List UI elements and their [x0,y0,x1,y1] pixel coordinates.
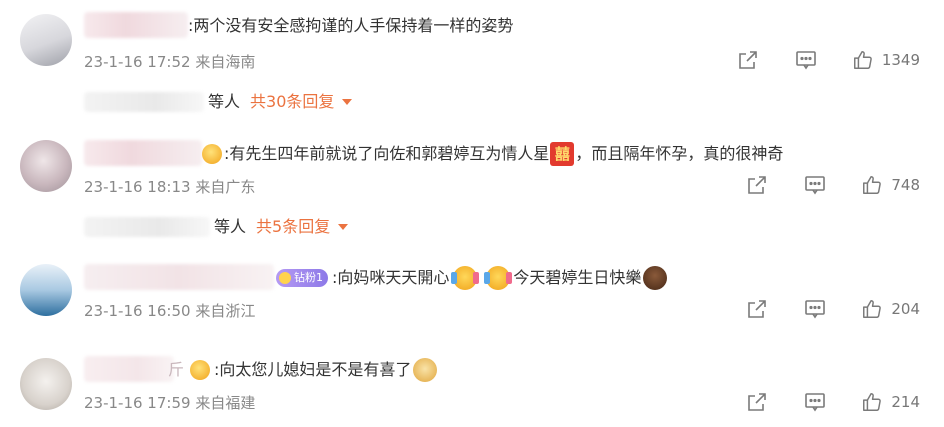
comment-content-after: ，而且隔年怀孕，真的很神奇 [575,144,784,163]
caret-down-icon [342,99,353,105]
avatar[interactable] [20,140,72,192]
username[interactable] [84,140,202,166]
like-button[interactable]: 1349 [852,49,920,71]
comment-meta: 23-1-16 18:13 来自广东 [84,177,255,197]
comment-content: :向太您儿媳妇是不是有喜了 [214,360,412,379]
comment-icon [805,176,826,195]
share-button[interactable] [745,173,769,197]
comment-text: :有先生四年前就说了向佐和郭碧婷互为情人星 囍 ，而且隔年怀孕，真的很神奇 [200,142,783,166]
comment-location: 来自海南 [195,53,256,71]
comment-location: 来自浙江 [195,302,256,320]
cheer-emoji [451,266,480,290]
reply-count-label: 共5条回复 [256,217,331,236]
comment-time: 23-1-16 18:13 [84,178,191,196]
comment-time: 23-1-16 17:59 [84,394,191,412]
username-suffix[interactable]: 斤 [168,358,184,382]
double-happiness-emoji: 囍 [550,142,575,166]
comment-content-after: 今天碧婷生日快樂 [513,268,642,287]
comment-actions: 748 [711,173,920,197]
like-count: 214 [891,393,920,411]
comment-location: 来自福建 [195,394,256,412]
comment-text: 斤 :向太您儿媳妇是不是有喜了 [168,358,438,382]
avatar[interactable] [20,14,72,66]
share-icon [748,176,767,194]
comment-content-before: :向妈咪天天開心 [332,268,450,287]
diamond-fan-icon [279,272,291,284]
username[interactable] [84,264,274,290]
avatar[interactable] [20,264,72,316]
reply-users-blurred [84,92,204,112]
doge-emoji [413,358,438,382]
comment-text: :两个没有安全感拘谨的人手保持着一样的姿势 [188,14,513,38]
thumbs-up-icon [863,176,882,194]
fan-badge: 钻粉1 [276,269,328,287]
comment-content-before: :有先生四年前就说了向佐和郭碧婷互为情人星 [224,144,550,163]
comment-icon [805,393,826,412]
share-icon [748,300,767,318]
cheer-emoji [484,266,513,290]
share-button[interactable] [745,297,769,321]
comment-time: 23-1-16 17:52 [84,53,191,71]
view-replies-link[interactable]: 共5条回复 [256,215,349,239]
share-icon [748,393,767,411]
view-replies-link[interactable]: 共30条回复 [250,90,353,114]
avatar[interactable] [20,358,72,410]
reply-button[interactable] [794,48,818,72]
share-button[interactable] [736,48,760,72]
reply-button[interactable] [803,173,827,197]
comment-meta: 23-1-16 17:59 来自福建 [84,393,255,413]
comment-meta: 23-1-16 17:52 来自海南 [84,52,255,72]
like-count: 204 [891,300,920,318]
reply-summary[interactable]: 等人 共5条回复 [84,215,349,239]
share-button[interactable] [745,390,769,414]
thumbs-up-icon [853,51,872,69]
thumbs-up-icon [863,300,882,318]
comment-location: 来自广东 [195,178,256,196]
comment-time: 23-1-16 16:50 [84,302,191,320]
comment-actions: 214 [711,390,920,414]
fan-badge-label: 钻粉1 [294,271,323,284]
comment-actions: 1349 [702,48,920,72]
like-button[interactable]: 214 [861,391,920,413]
caret-down-icon [338,224,349,230]
username[interactable] [84,356,174,382]
comment-text: 钻粉1 :向妈咪天天開心 今天碧婷生日快樂 [274,266,668,290]
reply-button[interactable] [803,297,827,321]
like-count: 748 [891,176,920,194]
comment-meta: 23-1-16 16:50 来自浙江 [84,301,255,321]
comment-icon [805,300,826,319]
thumbs-up-icon [863,393,882,411]
vip-badge-icon [190,360,211,380]
reply-summary[interactable]: 等人 共30条回复 [84,90,353,114]
share-icon [739,51,757,69]
reply-etc: 等人 [208,92,241,111]
comment-content: :两个没有安全感拘谨的人手保持着一样的姿势 [188,16,514,35]
reply-etc: 等人 [214,217,247,236]
like-button[interactable]: 748 [861,174,920,196]
reply-users-blurred [84,217,210,237]
comment-icon [796,51,816,70]
reply-count-label: 共30条回复 [250,92,335,111]
cake-emoji [643,266,668,290]
like-count: 1349 [881,51,920,69]
like-button[interactable]: 204 [861,298,920,320]
comment-actions: 204 [711,297,920,321]
username[interactable] [84,12,188,38]
reply-button[interactable] [803,390,827,414]
vip-badge-icon [202,144,222,164]
